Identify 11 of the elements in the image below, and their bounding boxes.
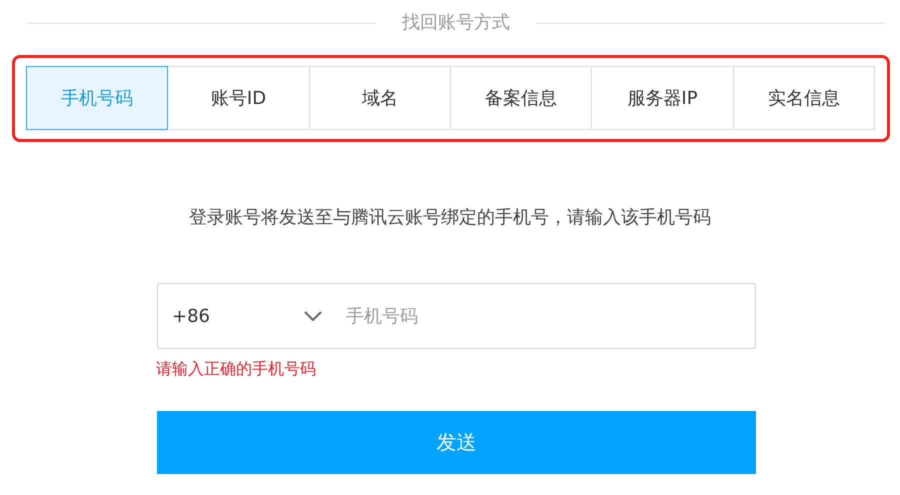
tab[interactable]: 域名: [308, 66, 451, 130]
country-code-dropdown[interactable]: +86: [172, 306, 322, 326]
tab[interactable]: 实名信息: [732, 66, 875, 130]
section-heading: 找回账号方式: [402, 11, 510, 35]
instruction-text: 登录账号将发送至与腾讯云账号绑定的手机号，请输入该手机号码: [188, 206, 712, 229]
tab[interactable]: 备案信息: [450, 66, 592, 130]
tab[interactable]: 账号ID: [167, 66, 310, 130]
phone-field[interactable]: +86 手机号码: [157, 283, 756, 349]
tab[interactable]: 服务器IP: [591, 66, 734, 130]
chevron-down-icon: [304, 311, 322, 321]
error-message: 请输入正确的手机号码: [156, 359, 316, 380]
